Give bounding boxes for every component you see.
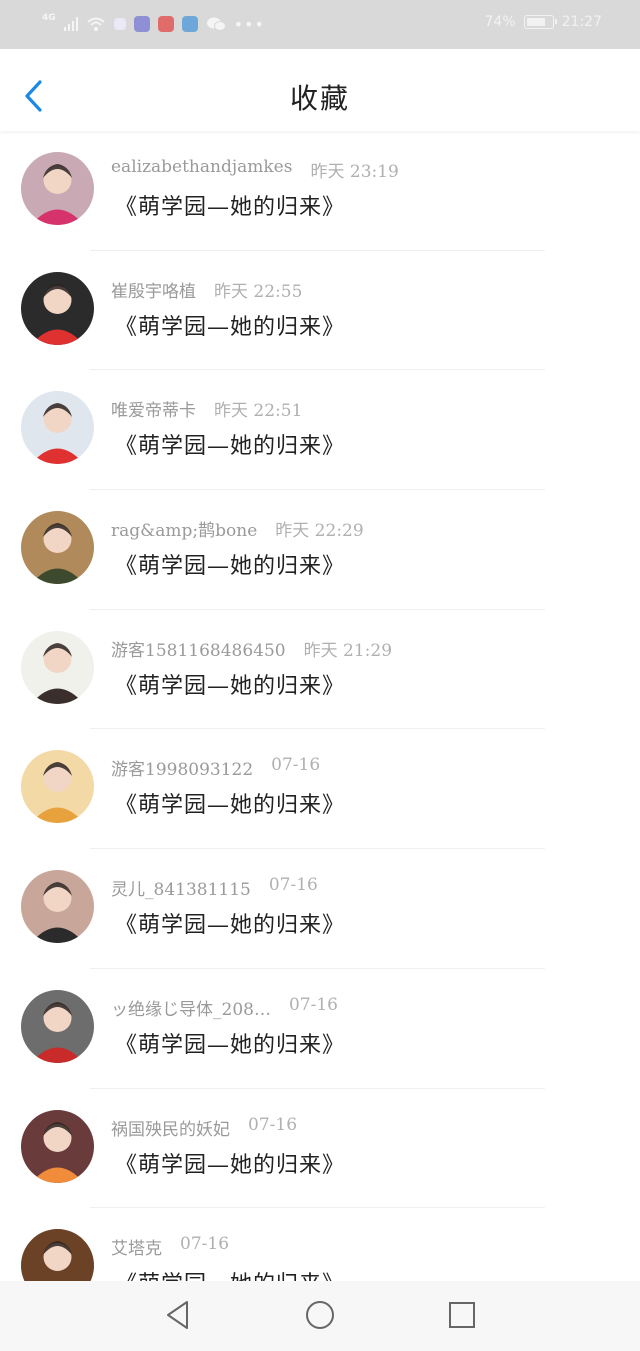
timestamp: 昨天 22:29 [275, 521, 364, 542]
avatar-image [21, 989, 94, 1063]
avatar[interactable] [21, 1229, 94, 1281]
avatar-image [21, 391, 94, 465]
avatar[interactable] [21, 391, 94, 465]
favorite-meta: 灵儿_841381115 07-16 [111, 875, 318, 900]
username[interactable]: ealizabethandjamkes [111, 157, 292, 182]
avatar[interactable] [21, 870, 94, 944]
username[interactable]: rag&amp;鹊bone [111, 516, 257, 541]
battery-percent: 74% [484, 14, 516, 30]
timestamp: 07-16 [268, 875, 318, 896]
timestamp: 07-16 [180, 1234, 230, 1255]
favorite-item[interactable]: rag&amp;鹊bone 昨天 22:29 《萌学园—她的归来》 [0, 490, 640, 610]
favorite-item[interactable]: 游客1998093122 07-16 《萌学园—她的归来》 [0, 729, 640, 850]
avatar[interactable] [21, 511, 94, 585]
book-title[interactable]: 《萌学园—她的归来》 [115, 1147, 345, 1179]
book-title[interactable]: 《萌学园—她的归来》 [115, 309, 345, 341]
browser-app-icon [181, 16, 198, 32]
page-title: 收藏 [289, 82, 350, 115]
avatar-image [21, 1229, 94, 1281]
wechat-icon [206, 17, 226, 31]
avatar-image [21, 152, 94, 225]
favorite-meta: 游客1581168486450 昨天 21:29 [111, 636, 392, 661]
favorite-meta: 艾塔克 07-16 [111, 1234, 229, 1259]
username[interactable]: 游客1998093122 [111, 755, 253, 780]
username[interactable]: ッ绝缘じ导体_208… [111, 995, 271, 1020]
favorite-item[interactable]: ッ绝缘じ导体_208… 07-16 《萌学园—她的归来》 [0, 969, 640, 1089]
username[interactable]: 灵儿_841381115 [111, 875, 251, 900]
favorite-meta: 游客1998093122 07-16 [111, 755, 320, 780]
avatar-image [21, 630, 94, 704]
favorite-item[interactable]: 唯爱帝蒂卡 昨天 22:51 《萌学园—她的归来》 [0, 370, 640, 491]
favorite-meta: rag&amp;鹊bone 昨天 22:29 [111, 516, 364, 541]
favorite-item[interactable]: 祸国殃民的妖妃 07-16 《萌学园—她的归来》 [0, 1089, 640, 1209]
book-title[interactable]: 《萌学园—她的归来》 [115, 1266, 345, 1281]
favorite-meta: 祸国殃民的妖妃 07-16 [111, 1115, 297, 1140]
music-app-icon [133, 16, 150, 32]
battery-icon [523, 15, 557, 29]
book-title[interactable]: 《萌学园—她的归来》 [115, 1027, 345, 1059]
system-nav-bar [0, 1281, 640, 1351]
favorites-list[interactable]: ealizabethandjamkes 昨天 23:19 《萌学园—她的归来》 … [0, 131, 640, 1281]
avatar[interactable] [21, 1109, 94, 1183]
timestamp: 昨天 21:29 [303, 640, 393, 661]
wifi-icon [86, 17, 105, 31]
app-header: 收藏 [0, 49, 640, 131]
favorite-item[interactable]: 灵儿_841381115 07-16 《萌学园—她的归来》 [0, 849, 640, 969]
username[interactable]: 祸国殃民的妖妃 [111, 1115, 230, 1140]
network-type: 4G [42, 13, 56, 23]
status-bar: 4G ••• 74% 21:27 [0, 0, 640, 49]
avatar-image [21, 1109, 94, 1183]
avatar-image [21, 870, 94, 944]
book-title[interactable]: 《萌学园—她的归来》 [115, 548, 345, 580]
recents-square-icon[interactable] [444, 1297, 480, 1333]
status-right-group: 74% 21:27 [485, 14, 602, 30]
username[interactable]: 唯爱帝蒂卡 [111, 396, 196, 421]
favorite-meta: ealizabethandjamkes 昨天 23:19 [111, 157, 399, 182]
book-title[interactable]: 《萌学园—她的归来》 [115, 907, 345, 939]
favorite-meta: 崔殷宇咯植 昨天 22:55 [111, 277, 302, 302]
book-app-icon [157, 16, 174, 32]
more-dots-icon: ••• [233, 14, 265, 34]
username[interactable]: 崔殷宇咯植 [111, 277, 196, 302]
signal-icon [63, 17, 78, 31]
clock: 21:27 [561, 14, 602, 30]
home-circle-icon[interactable] [302, 1297, 338, 1333]
avatar-image [21, 511, 94, 585]
book-title[interactable]: 《萌学园—她的归来》 [115, 189, 345, 221]
favorite-item[interactable]: 游客1581168486450 昨天 21:29 《萌学园—她的归来》 [0, 610, 640, 730]
avatar-image [21, 750, 94, 824]
favorite-item[interactable]: 艾塔克 07-16 《萌学园—她的归来》 [0, 1208, 640, 1281]
status-left-group: 4G ••• [42, 12, 265, 36]
timestamp: 07-16 [271, 755, 321, 776]
book-title[interactable]: 《萌学园—她的归来》 [115, 787, 345, 819]
avatar[interactable] [21, 750, 94, 824]
timestamp: 07-16 [288, 994, 338, 1015]
favorite-item[interactable]: ealizabethandjamkes 昨天 23:19 《萌学园—她的归来》 [0, 131, 640, 251]
avatar[interactable] [21, 271, 94, 345]
avatar[interactable] [21, 630, 94, 704]
favorite-meta: 唯爱帝蒂卡 昨天 22:51 [111, 396, 302, 421]
timestamp: 昨天 22:55 [214, 281, 303, 302]
avatar[interactable] [21, 152, 94, 225]
back-triangle-icon[interactable] [160, 1297, 196, 1333]
timestamp: 昨天 22:51 [214, 401, 303, 422]
timestamp: 07-16 [248, 1114, 298, 1135]
username[interactable]: 艾塔克 [111, 1234, 162, 1259]
favorite-item[interactable]: 崔殷宇咯植 昨天 22:55 《萌学园—她的归来》 [0, 251, 640, 371]
avatar-image [21, 271, 94, 345]
timestamp: 昨天 23:19 [310, 162, 399, 182]
notification-icon [113, 18, 126, 30]
book-title[interactable]: 《萌学园—她的归来》 [115, 668, 345, 700]
favorite-meta: ッ绝缘じ导体_208… 07-16 [111, 995, 338, 1020]
avatar[interactable] [21, 989, 94, 1063]
book-title[interactable]: 《萌学园—她的归来》 [115, 428, 345, 460]
username[interactable]: 游客1581168486450 [111, 636, 286, 661]
